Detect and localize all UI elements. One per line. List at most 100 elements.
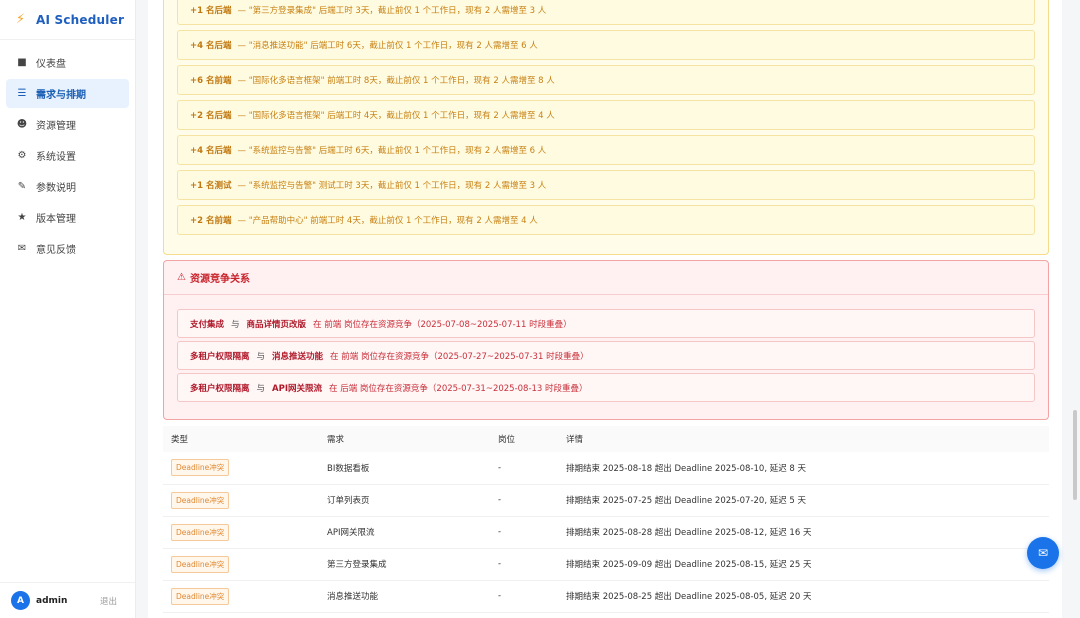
conflict-item: 多租户权限隔离 与 消息推送功能 在 前端 岗位存在资源竞争（2025-07-2…: [177, 341, 1035, 370]
warning-headcount: +4 名后端: [190, 146, 232, 156]
column-header[interactable]: 类型: [163, 426, 319, 452]
warning-item: +2 名前端 — "产品帮助中心" 前端工时 4天，截止前仅 1 个工作日，现有…: [177, 205, 1035, 235]
staffing-warning-panel: +1 名后端 — "第三方登录集成" 后端工时 3天，截止前仅 1 个工作日，现…: [163, 0, 1049, 255]
brand[interactable]: ⚡ AI Scheduler: [0, 0, 135, 40]
sidebar-nav: ■ 仪表盘 ☰ 需求与排期 ☻ 资源管理 ⚙ 系统设置 ✎ 参数说明 ★ 版本管…: [0, 40, 135, 263]
feedback-fab-button[interactable]: ✉: [1027, 537, 1059, 569]
conflict-text: 在 前端 岗位存在资源竞争（2025-07-27~2025-07-31 时段重叠…: [330, 351, 589, 362]
logout-link[interactable]: 退出: [100, 595, 117, 607]
warning-text: — "国际化多语言框架" 后端工时 4天，截止前仅 1 个工作日，现有 2 人需…: [237, 111, 555, 121]
conflict-requirement-b: 消息推送功能: [272, 351, 324, 362]
detail-cell: 排期结束 2025-09-09 超出 Deadline 2025-08-15, …: [558, 548, 1049, 581]
detail-cell: 排期结束 2025-08-25 超出 Deadline 2025-08-05, …: [558, 580, 1049, 613]
user-bar: A admin 退出: [0, 582, 135, 618]
app-title: AI Scheduler: [36, 12, 125, 27]
conflict-requirement-b: API网关限流: [272, 383, 323, 394]
gear-icon: ⚙: [17, 150, 27, 161]
warning-headcount: +2 名后端: [190, 111, 232, 121]
user-icon: ☻: [16, 119, 28, 130]
warning-item: +1 名测试 — "系统监控与告警" 测试工时 3天，截止前仅 1 个工作日，现…: [177, 170, 1035, 200]
type-cell: Deadline冲突: [163, 516, 319, 549]
table-row[interactable]: Deadline冲突 第三方登录集成 - 排期结束 2025-09-09 超出 …: [163, 548, 1049, 581]
conflict-requirement-a: 支付集成: [190, 319, 225, 330]
warning-text: — "系统监控与告警" 测试工时 3天，截止前仅 1 个工作日，现有 2 人需增…: [237, 181, 547, 191]
sidebar-item-label: 系统设置: [36, 152, 76, 163]
sidebar-item-label: 仪表盘: [36, 59, 66, 70]
warning-item: +6 名前端 — "国际化多语言框架" 前端工时 8天，截止前仅 1 个工作日，…: [177, 65, 1035, 95]
sidebar-item-settings[interactable]: ⚙ 系统设置: [6, 141, 129, 170]
requirement-cell: API网关限流: [319, 516, 490, 549]
pencil-icon: ✎: [17, 181, 27, 192]
sidebar-item-versions[interactable]: ★ 版本管理: [6, 203, 129, 232]
conflict-title: 资源竞争关系: [189, 274, 250, 285]
star-icon: ★: [17, 212, 27, 223]
mail-icon: ✉: [17, 243, 27, 254]
sidebar: ⚡ AI Scheduler ■ 仪表盘 ☰ 需求与排期 ☻ 资源管理 ⚙ 系统…: [0, 0, 136, 618]
conflict-item: 多租户权限隔离 与 API网关限流 在 后端 岗位存在资源竞争（2025-07-…: [177, 373, 1035, 402]
table-header-row: 类型 需求 岗位 详情: [163, 426, 1049, 452]
table-row[interactable]: Deadline冲突 API网关限流 - 排期结束 2025-08-28 超出 …: [163, 516, 1049, 549]
column-header[interactable]: 需求: [319, 426, 490, 452]
dashboard-icon: ■: [17, 57, 27, 68]
sidebar-item-label: 意见反馈: [36, 245, 76, 256]
warning-triangle-icon: ⚠: [177, 272, 186, 283]
role-cell: -: [490, 484, 558, 517]
sidebar-item-dashboard[interactable]: ■ 仪表盘: [6, 48, 129, 77]
conflict-connector: 与: [256, 383, 266, 394]
sidebar-item-label: 需求与排期: [36, 90, 86, 101]
sidebar-item-label: 参数说明: [36, 183, 76, 194]
avatar[interactable]: A: [11, 591, 30, 610]
type-cell: Deadline冲突: [163, 452, 319, 485]
requirement-cell: 订单列表页: [319, 484, 490, 517]
requirement-cell: 消息推送功能: [319, 580, 490, 613]
detail-cell: 排期结束 2025-08-18 超出 Deadline 2025-08-10, …: [558, 452, 1049, 485]
role-cell: -: [490, 452, 558, 485]
conflict-detail-table: 类型 需求 岗位 详情 Deadline冲突 BI数据看板 - 排期结束 202…: [163, 426, 1049, 613]
warning-text: — "第三方登录集成" 后端工时 3天，截止前仅 1 个工作日，现有 2 人需增…: [237, 6, 547, 16]
warning-headcount: +1 名测试: [190, 181, 232, 191]
warning-text: — "产品帮助中心" 前端工时 4天，截止前仅 1 个工作日，现有 2 人需增至…: [237, 216, 538, 226]
role-cell: -: [490, 580, 558, 613]
column-header[interactable]: 岗位: [490, 426, 558, 452]
conflict-connector: 与: [256, 351, 266, 362]
warning-headcount: +2 名前端: [190, 216, 232, 226]
mail-icon: ✉: [1037, 546, 1049, 560]
detail-cell: 排期结束 2025-07-25 超出 Deadline 2025-07-20, …: [558, 484, 1049, 517]
conflict-header: ⚠ 资源竞争关系: [164, 261, 1048, 295]
role-cell: -: [490, 516, 558, 549]
sidebar-item-params[interactable]: ✎ 参数说明: [6, 172, 129, 201]
warning-text: — "国际化多语言框架" 前端工时 8天，截止前仅 1 个工作日，现有 2 人需…: [237, 76, 555, 86]
list-icon: ☰: [17, 88, 27, 99]
detail-cell: 排期结束 2025-08-28 超出 Deadline 2025-08-12, …: [558, 516, 1049, 549]
sidebar-item-label: 版本管理: [36, 214, 76, 225]
warning-item: +1 名后端 — "第三方登录集成" 后端工时 3天，截止前仅 1 个工作日，现…: [177, 0, 1035, 25]
requirement-cell: BI数据看板: [319, 452, 490, 485]
warning-headcount: +1 名后端: [190, 6, 232, 16]
sidebar-item-resources[interactable]: ☻ 资源管理: [6, 110, 129, 139]
table-row[interactable]: Deadline冲突 消息推送功能 - 排期结束 2025-08-25 超出 D…: [163, 580, 1049, 613]
requirement-cell: 第三方登录集成: [319, 548, 490, 581]
sidebar-item-schedule[interactable]: ☰ 需求与排期: [6, 79, 129, 108]
main-panel: +1 名后端 — "第三方登录集成" 后端工时 3天，截止前仅 1 个工作日，现…: [148, 0, 1062, 618]
sidebar-item-label: 资源管理: [36, 121, 76, 132]
type-cell: Deadline冲突: [163, 484, 319, 517]
warning-item: +4 名后端 — "系统监控与告警" 后端工时 6天，截止前仅 1 个工作日，现…: [177, 135, 1035, 165]
table-row[interactable]: Deadline冲突 订单列表页 - 排期结束 2025-07-25 超出 De…: [163, 484, 1049, 517]
bolt-icon: ⚡: [16, 12, 26, 27]
user-name: admin: [36, 595, 68, 606]
sidebar-item-feedback[interactable]: ✉ 意见反馈: [6, 234, 129, 263]
deadline-conflict-tag: Deadline冲突: [171, 587, 230, 605]
scrollbar-thumb[interactable]: [1073, 410, 1077, 500]
warning-headcount: +6 名前端: [190, 76, 232, 86]
conflict-text: 在 前端 岗位存在资源竞争（2025-07-08~2025-07-11 时段重叠…: [313, 319, 572, 330]
table-row[interactable]: Deadline冲突 BI数据看板 - 排期结束 2025-08-18 超出 D…: [163, 452, 1049, 485]
conflict-item: 支付集成 与 商品详情页改版 在 前端 岗位存在资源竞争（2025-07-08~…: [177, 309, 1035, 338]
conflict-connector: 与: [231, 319, 240, 330]
warning-item: +2 名后端 — "国际化多语言框架" 后端工时 4天，截止前仅 1 个工作日，…: [177, 100, 1035, 130]
type-cell: Deadline冲突: [163, 548, 319, 581]
deadline-conflict-tag: Deadline冲突: [171, 555, 230, 573]
column-header[interactable]: 详情: [558, 426, 1049, 452]
conflict-requirement-a: 多租户权限隔离: [190, 351, 250, 362]
conflict-requirement-a: 多租户权限隔离: [190, 383, 250, 394]
warning-text: — "系统监控与告警" 后端工时 6天，截止前仅 1 个工作日，现有 2 人需增…: [237, 146, 547, 156]
